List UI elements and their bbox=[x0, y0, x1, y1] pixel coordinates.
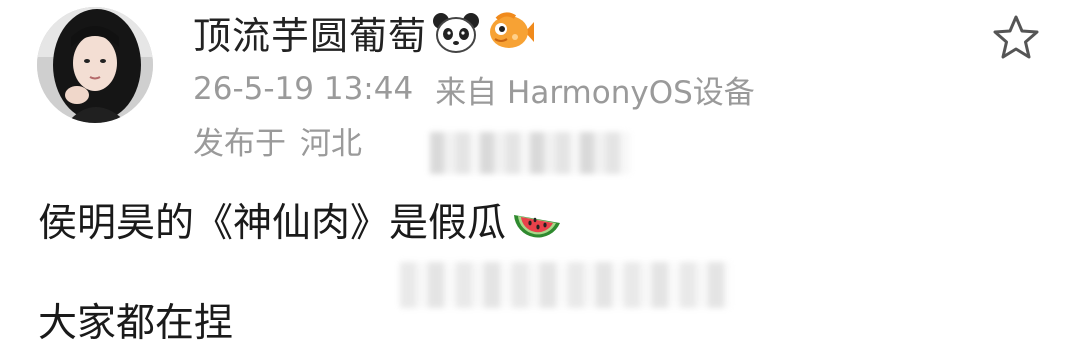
post-date: 26-5-19 13:44 bbox=[193, 71, 414, 107]
watermelon-icon bbox=[510, 193, 564, 247]
blurred-region bbox=[430, 132, 630, 174]
post-source: 来自 HarmonyOS设备 bbox=[435, 74, 755, 111]
blurred-region bbox=[400, 262, 730, 308]
post-content: 侯明昊的《神仙肉》是假瓜 bbox=[38, 190, 564, 250]
author-row: 顶流芋圆葡萄 bbox=[193, 4, 535, 60]
related-text: 大家都在捏 bbox=[38, 301, 234, 346]
star-icon[interactable] bbox=[990, 12, 1042, 64]
post-meta: 26-5-19 13:44 来自 HarmonyOS设备 bbox=[193, 66, 755, 112]
post-location: 发布于 河北 bbox=[193, 117, 362, 163]
avatar-image bbox=[37, 7, 153, 123]
fish-icon bbox=[485, 7, 535, 57]
panda-icon bbox=[431, 7, 481, 57]
avatar[interactable] bbox=[37, 7, 153, 123]
post-text: 侯明昊的《神仙肉》是假瓜 bbox=[38, 201, 507, 246]
location-value: 河北 bbox=[300, 125, 362, 162]
location-label: 发布于 bbox=[193, 125, 286, 162]
author-name[interactable]: 顶流芋圆葡萄 bbox=[193, 5, 427, 60]
